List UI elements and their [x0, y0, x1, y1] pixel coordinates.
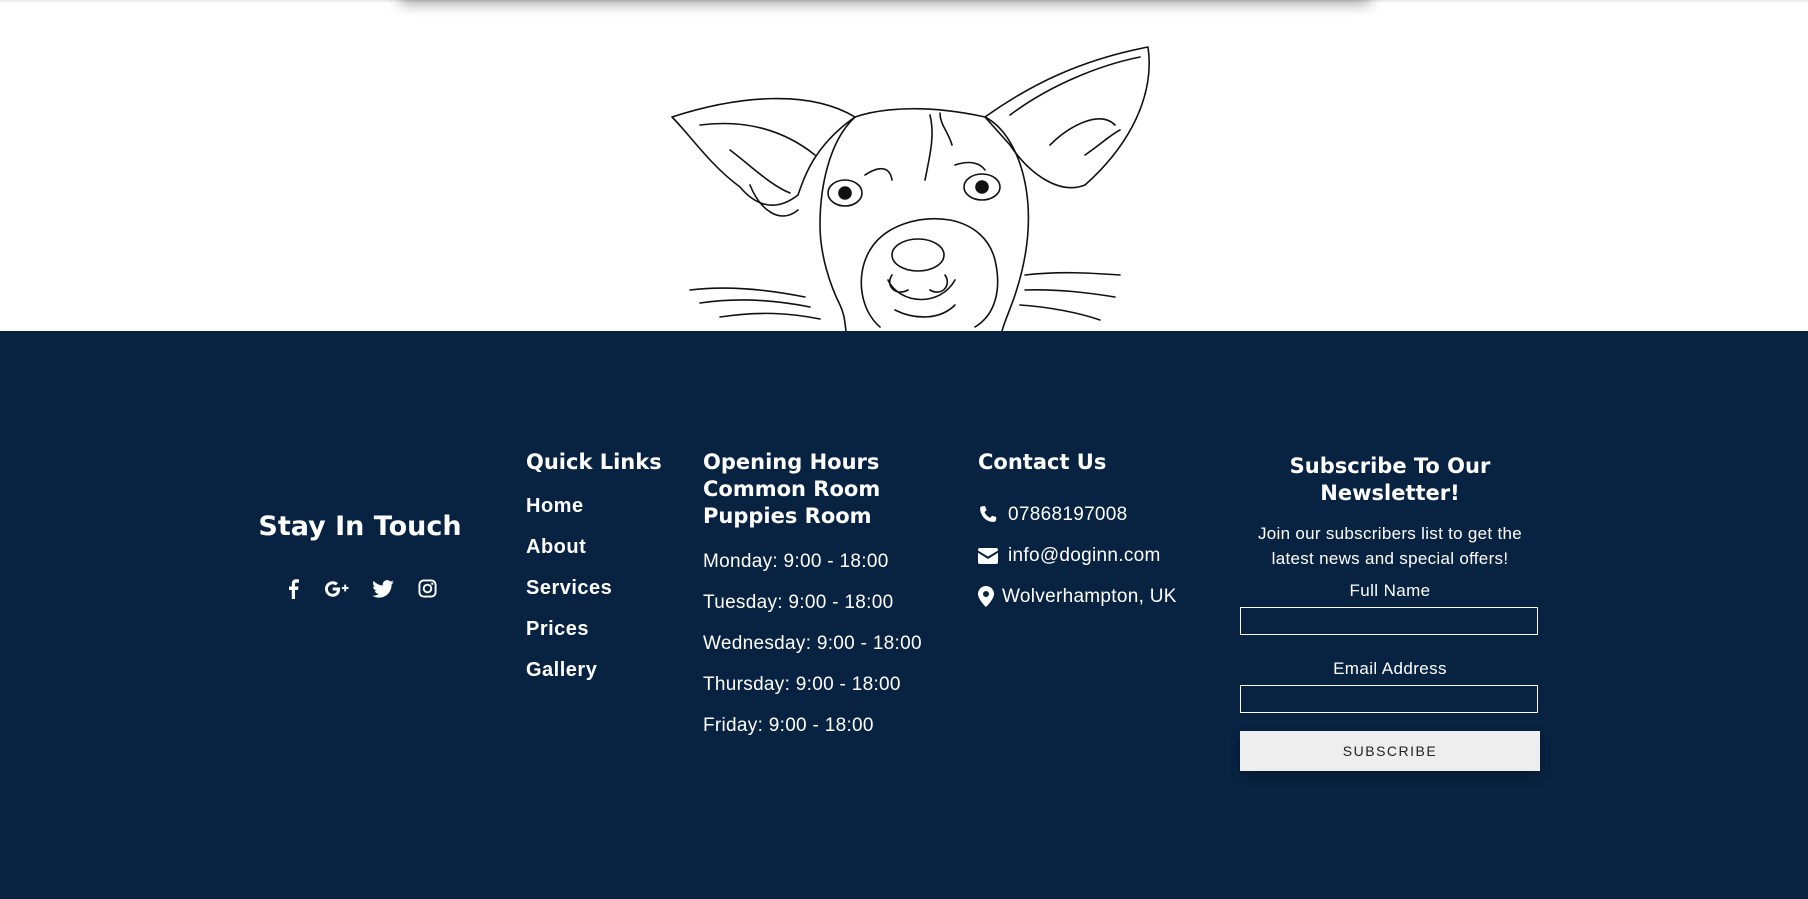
- quick-link-about[interactable]: About: [526, 535, 662, 576]
- envelope-icon: [978, 547, 998, 564]
- opening-hours-title-line-2: Common Room: [703, 477, 881, 501]
- full-name-input[interactable]: [1240, 607, 1538, 635]
- contact-location: Wolverhampton, UK: [978, 576, 1238, 617]
- site-footer: Stay In Touch Quick Links Home About Ser…: [0, 331, 1808, 899]
- quick-links-section: Quick Links Home About Services Prices G…: [526, 449, 662, 699]
- dog-line-illustration: [671, 46, 1150, 331]
- instagram-icon[interactable]: [415, 576, 440, 601]
- contact-section: Contact Us 07868197008 info@doginn.com W…: [978, 449, 1238, 617]
- google-plus-icon[interactable]: [325, 576, 350, 601]
- email-address-input[interactable]: [1240, 685, 1538, 713]
- contact-phone[interactable]: 07868197008: [978, 494, 1238, 535]
- stay-in-touch-section: Stay In Touch: [240, 511, 480, 601]
- full-name-label: Full Name: [1349, 581, 1431, 600]
- hours-wednesday: Wednesday: 9:00 - 18:00: [703, 633, 922, 654]
- contact-email[interactable]: info@doginn.com: [978, 535, 1238, 576]
- quick-links-list: Home About Services Prices Gallery: [526, 494, 662, 699]
- quick-link-services[interactable]: Services: [526, 576, 662, 617]
- twitter-icon[interactable]: [370, 576, 395, 601]
- social-links: [240, 576, 480, 601]
- contact-phone-text: 07868197008: [1008, 503, 1128, 525]
- contact-location-text: Wolverhampton, UK: [1002, 585, 1177, 607]
- quick-link-prices[interactable]: Prices: [526, 617, 662, 658]
- hours-friday: Friday: 9:00 - 18:00: [703, 715, 874, 736]
- top-divider: [0, 0, 1808, 3]
- hours-tuesday: Tuesday: 9:00 - 18:00: [703, 592, 894, 613]
- quick-link-gallery[interactable]: Gallery: [526, 658, 662, 699]
- opening-hours-title-line-3: Puppies Room: [703, 504, 872, 528]
- newsletter-description: Join our subscribers list to get the lat…: [1257, 524, 1523, 568]
- opening-hours-title-line-1: Opening Hours: [703, 450, 880, 474]
- quick-links-title: Quick Links: [526, 450, 662, 474]
- contact-title: Contact Us: [978, 450, 1107, 474]
- email-address-label: Email Address: [1333, 659, 1447, 678]
- quick-link-home[interactable]: Home: [526, 494, 662, 535]
- map-pin-icon: [978, 586, 994, 607]
- hours-monday: Monday: 9:00 - 18:00: [703, 551, 889, 572]
- phone-icon: [980, 505, 997, 522]
- newsletter-section: Subscribe To Our Newsletter! Join our su…: [1240, 453, 1540, 771]
- newsletter-title: Subscribe To Our Newsletter!: [1289, 454, 1491, 505]
- opening-hours-section: Opening Hours Common Room Puppies Room M…: [703, 449, 963, 755]
- opening-hours-list: Monday: 9:00 - 18:00 Tuesday: 9:00 - 18:…: [703, 550, 963, 755]
- opening-hours-title: Opening Hours Common Room Puppies Room: [703, 449, 963, 530]
- contact-list: 07868197008 info@doginn.com Wolverhampto…: [978, 494, 1238, 617]
- subscribe-button[interactable]: SUBSCRIBE: [1240, 731, 1540, 771]
- facebook-icon[interactable]: [280, 576, 305, 601]
- hours-thursday: Thursday: 9:00 - 18:00: [703, 674, 901, 695]
- contact-email-text: info@doginn.com: [1008, 544, 1161, 566]
- stay-in-touch-title: Stay In Touch: [258, 511, 462, 542]
